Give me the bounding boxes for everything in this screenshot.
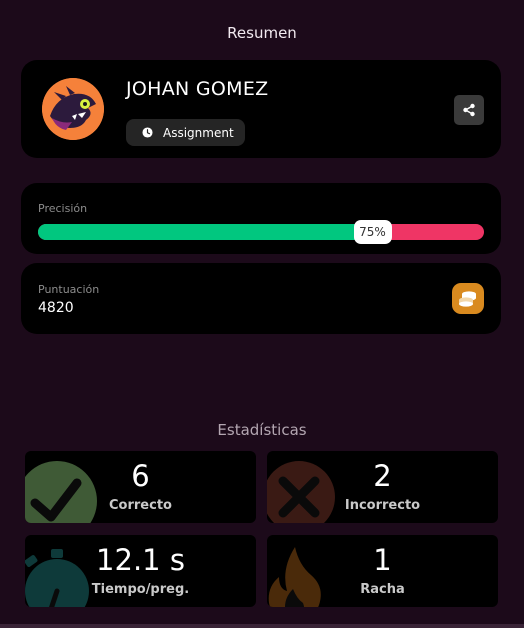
- mode-badge: Assignment: [126, 119, 245, 146]
- stat-card-correct: 6 Correcto: [25, 451, 256, 523]
- score-value: 4820: [38, 300, 74, 316]
- accuracy-percent: 75%: [353, 220, 392, 244]
- statistics-title: Estadísticas: [217, 421, 307, 439]
- stat-value-time: 12.1 s: [96, 543, 185, 577]
- coins-button[interactable]: [452, 283, 484, 314]
- summary-title: Resumen: [227, 24, 297, 42]
- stat-label-streak: Racha: [360, 582, 405, 597]
- bird-avatar-icon: [42, 78, 104, 140]
- profile-card: JOHAN GOMEZ Assignment: [21, 60, 501, 158]
- stat-value-incorrect: 2: [373, 459, 392, 493]
- score-card: Puntuación 4820: [21, 263, 501, 334]
- share-button[interactable]: [454, 95, 484, 125]
- stat-value-streak: 1: [373, 543, 392, 577]
- accuracy-label: Precisión: [38, 202, 88, 215]
- accuracy-bar-fill: [38, 224, 373, 240]
- score-label: Puntuación: [38, 283, 100, 296]
- player-name: JOHAN GOMEZ: [126, 78, 269, 100]
- stat-label-time: Tiempo/preg.: [91, 582, 190, 597]
- stat-label-incorrect: Incorrecto: [344, 498, 421, 513]
- clock-icon: [142, 127, 153, 138]
- bottom-divider: [0, 624, 524, 628]
- accuracy-bar: 75%: [38, 220, 484, 244]
- stat-card-streak: 1 Racha: [267, 535, 498, 607]
- share-icon: [463, 103, 475, 117]
- stat-card-incorrect: 2 Incorrecto: [267, 451, 498, 523]
- coins-icon: [459, 290, 476, 307]
- stat-label-correct: Correcto: [109, 498, 172, 513]
- accuracy-card: Precisión 75%: [21, 183, 501, 254]
- mode-label: Assignment: [163, 125, 234, 140]
- stat-card-time: 12.1 s Tiempo/preg.: [25, 535, 256, 607]
- stat-value-correct: 6: [131, 459, 150, 493]
